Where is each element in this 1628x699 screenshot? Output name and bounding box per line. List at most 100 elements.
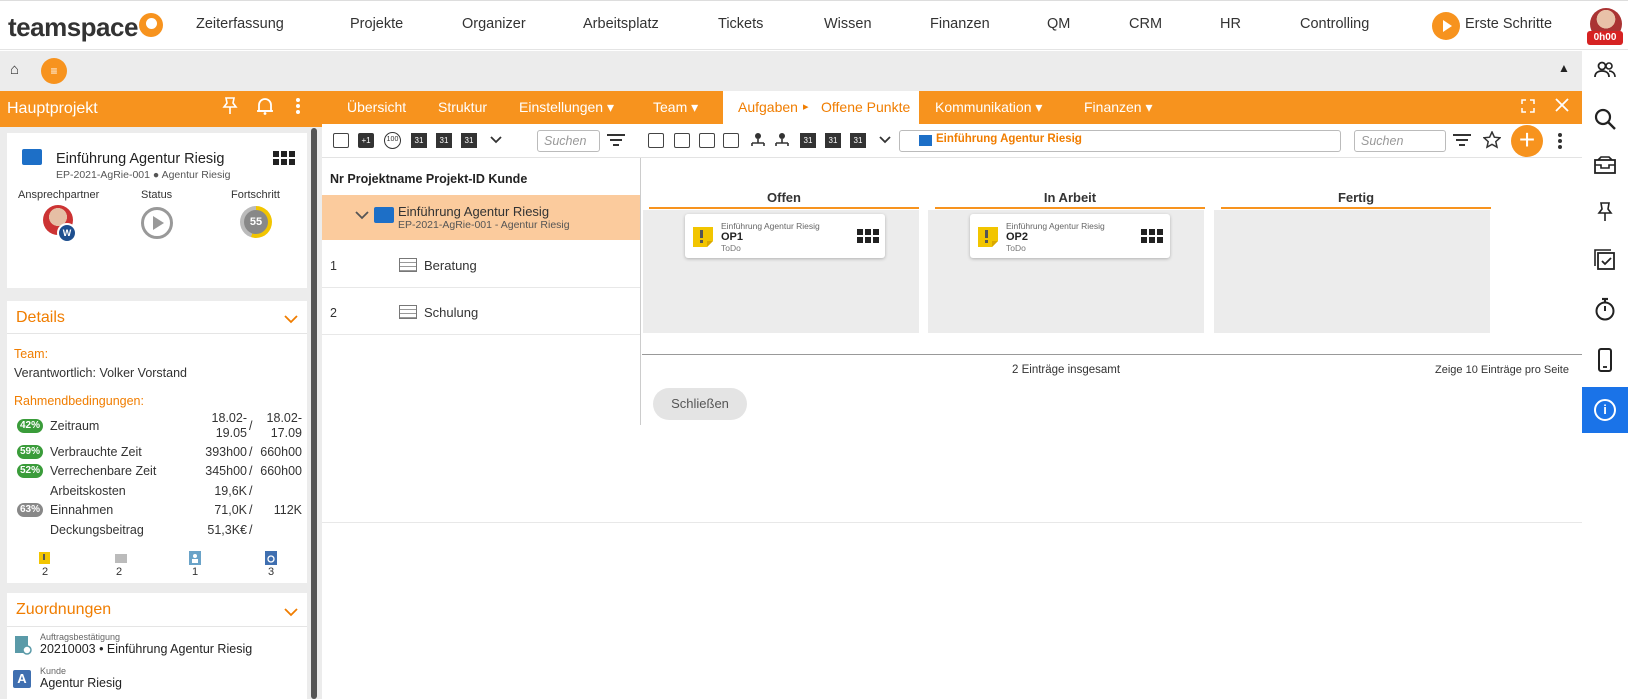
collapse-panel-icon[interactable] xyxy=(648,133,664,148)
user-time-badge[interactable]: 0h00 xyxy=(1587,31,1623,45)
per-page: Zeige 10 Einträge pro Seite xyxy=(1435,364,1569,376)
nav-qm[interactable]: QM xyxy=(1047,16,1070,32)
erste-schritte-link[interactable]: Erste Schritte xyxy=(1465,16,1552,32)
home-icon[interactable]: ⌂ xyxy=(10,61,19,78)
calendar-icon[interactable]: 31 xyxy=(850,133,866,148)
nav-zeiterfassung[interactable]: Zeiterfassung xyxy=(196,16,284,32)
more-vertical-icon[interactable] xyxy=(295,97,301,120)
detail-label: Verbrauchte Zeit xyxy=(50,445,142,459)
close-icon[interactable] xyxy=(1555,97,1569,117)
stopwatch-icon[interactable] xyxy=(1592,297,1618,323)
close-button[interactable]: Schließen xyxy=(653,388,747,420)
calendar-icon[interactable]: 31 xyxy=(825,133,841,148)
chevron-right-icon[interactable]: › xyxy=(1074,133,1078,147)
chevron-down-icon[interactable] xyxy=(355,207,369,223)
search-input[interactable]: Suchen xyxy=(1354,130,1446,152)
list-view-icon[interactable] xyxy=(333,133,349,148)
tab-struktur[interactable]: Struktur xyxy=(438,99,487,115)
chevron-down-icon[interactable] xyxy=(284,604,298,620)
org-structure-icon[interactable] xyxy=(749,132,767,152)
add-button[interactable]: + xyxy=(1511,125,1543,157)
tab-uebersicht[interactable]: Übersicht xyxy=(347,99,406,115)
search-icon[interactable] xyxy=(1592,108,1618,134)
table-row[interactable] xyxy=(322,241,640,288)
per-page-select[interactable]: 10 xyxy=(1466,364,1478,376)
tab-kommunikation[interactable]: Kommunikation ▾ xyxy=(935,99,1042,116)
calendar-icon[interactable]: 31 xyxy=(411,133,427,148)
expand-icon[interactable] xyxy=(1521,99,1535,116)
tab-einstellungen[interactable]: Einstellungen ▾ xyxy=(519,99,614,116)
folder-gray-icon[interactable] xyxy=(114,552,128,567)
card-name[interactable]: OP2 xyxy=(1006,231,1028,243)
card-project: Einführung Agentur Riesig xyxy=(1006,221,1105,231)
detail-separator: / xyxy=(249,419,253,433)
chevron-down-icon[interactable] xyxy=(284,311,298,327)
project-name[interactable]: Einführung Agentur Riesig xyxy=(56,151,224,167)
nav-projekte[interactable]: Projekte xyxy=(350,16,403,32)
grid-menu-icon[interactable] xyxy=(1141,229,1163,247)
inbox-icon[interactable] xyxy=(1592,155,1618,181)
nav-organizer[interactable]: Organizer xyxy=(462,16,526,32)
table-row[interactable] xyxy=(322,288,640,335)
list-view-icon[interactable] xyxy=(674,133,690,148)
tab-offene-punkte[interactable]: Offene Punkte xyxy=(821,99,910,115)
org-structure-icon[interactable] xyxy=(773,132,791,152)
contact-badge: W xyxy=(57,223,77,243)
column-underline xyxy=(649,207,919,209)
pin-icon[interactable] xyxy=(222,97,238,120)
pin-icon[interactable] xyxy=(1592,202,1618,228)
tree-project-name[interactable]: Einführung Agentur Riesig xyxy=(398,204,549,219)
mobile-icon[interactable] xyxy=(1592,348,1618,374)
assignment-link[interactable]: Agentur Riesig xyxy=(40,676,122,690)
more-vertical-icon[interactable] xyxy=(1557,132,1563,153)
logo[interactable]: teamspace xyxy=(8,12,138,43)
play-icon[interactable] xyxy=(1432,12,1460,40)
status-play-icon[interactable] xyxy=(141,207,173,239)
nav-hr[interactable]: HR xyxy=(1220,16,1241,32)
calendar-icon[interactable]: 31 xyxy=(436,133,452,148)
info-icon[interactable]: i xyxy=(1594,399,1616,421)
status-header: Status xyxy=(141,189,173,201)
assignment-type: Auftragsbestätigung xyxy=(40,632,121,642)
logo-mark-icon xyxy=(139,13,163,37)
add-day-icon[interactable]: +1 xyxy=(358,133,374,148)
nav-tickets[interactable]: Tickets xyxy=(718,16,763,32)
assignments-title[interactable]: Zuordnungen xyxy=(16,601,111,619)
menu-icon[interactable]: ≡ xyxy=(41,58,67,84)
calendar-icon[interactable]: 31 xyxy=(800,133,816,148)
percent-icon[interactable]: 100 xyxy=(384,132,401,149)
chevron-down-icon[interactable] xyxy=(879,133,891,148)
grid-view-icon[interactable] xyxy=(699,133,715,148)
users-icon[interactable] xyxy=(1592,60,1618,86)
nav-crm[interactable]: CRM xyxy=(1129,16,1162,32)
tab-finanzen[interactable]: Finanzen ▾ xyxy=(1084,99,1153,116)
grid-menu-icon[interactable] xyxy=(857,229,879,247)
filter-icon[interactable] xyxy=(606,134,626,151)
tab-team[interactable]: Team ▾ xyxy=(653,99,698,116)
details-title[interactable]: Details xyxy=(16,309,65,327)
tree-nr: 1 xyxy=(330,259,337,273)
chart-view-icon[interactable] xyxy=(723,133,739,148)
search-input[interactable]: Suchen xyxy=(537,130,600,152)
nav-arbeitsplatz[interactable]: Arbeitsplatz xyxy=(583,16,659,32)
collapse-up-icon[interactable]: ▲ xyxy=(1558,61,1570,75)
calendar-icon[interactable]: 31 xyxy=(461,133,477,148)
nav-finanzen[interactable]: Finanzen xyxy=(930,16,990,32)
chevron-down-icon[interactable] xyxy=(490,133,502,148)
detail-separator: / xyxy=(249,445,253,459)
grid-menu-icon[interactable] xyxy=(273,151,295,169)
card-name[interactable]: OP1 xyxy=(721,231,743,243)
pane-divider[interactable] xyxy=(640,158,641,425)
filter-icon[interactable] xyxy=(1452,134,1472,151)
left-panel-scrollbar[interactable] xyxy=(311,128,317,699)
nav-wissen[interactable]: Wissen xyxy=(824,16,872,32)
tree-label[interactable]: Schulung xyxy=(424,305,478,320)
nav-controlling[interactable]: Controlling xyxy=(1300,16,1369,32)
assignment-link[interactable]: 20210003 • Einführung Agentur Riesig xyxy=(40,642,252,656)
breadcrumb-project[interactable]: Einführung Agentur Riesig xyxy=(936,133,1082,145)
tab-aufgaben[interactable]: Aufgaben xyxy=(738,99,798,115)
tree-label[interactable]: Beratung xyxy=(424,258,477,273)
star-icon[interactable] xyxy=(1482,130,1502,152)
checklist-icon[interactable] xyxy=(1592,249,1618,275)
bell-icon[interactable] xyxy=(256,97,274,120)
